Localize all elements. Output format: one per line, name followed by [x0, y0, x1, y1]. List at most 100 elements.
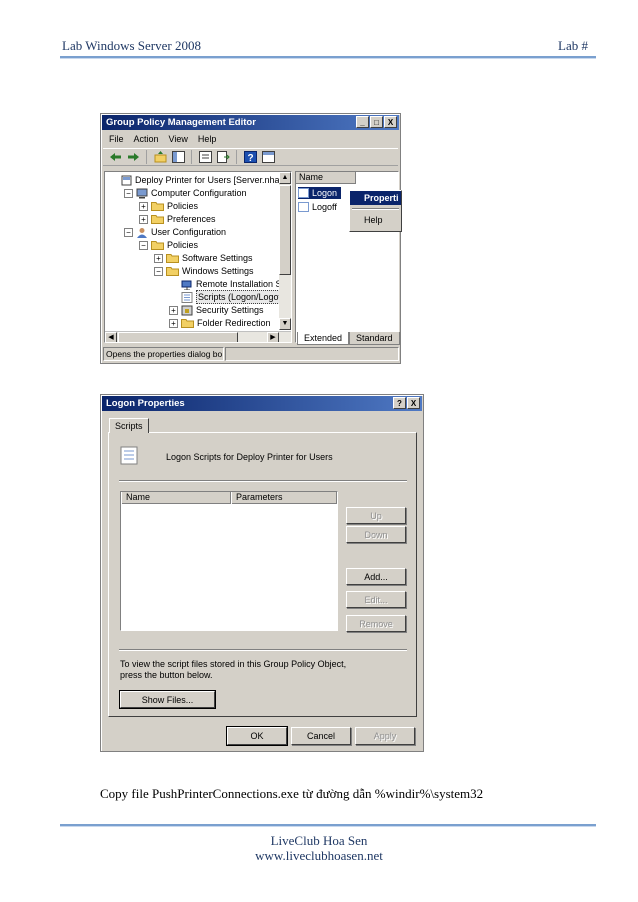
folder-icon: [151, 214, 164, 224]
close-button[interactable]: X: [407, 397, 420, 409]
remote-install-icon: [181, 279, 193, 290]
tree-pane[interactable]: Deploy Printer for Users [Server.nhatng −…: [104, 171, 292, 343]
expand-icon[interactable]: +: [169, 318, 178, 328]
tree-node[interactable]: Deploy Printer for Users [Server.nhatng: [109, 174, 292, 186]
tree-node-label: Remote Installation Serv: [196, 279, 292, 289]
folder-icon: [151, 240, 164, 250]
toolbar-separator: [191, 150, 192, 164]
tree-node[interactable]: − Windows Settings: [154, 265, 254, 277]
help-button[interactable]: ?: [393, 397, 406, 409]
logon-properties-dialog: Logon Properties ? X Scripts Logon Scrip…: [100, 394, 424, 752]
scroll-right-button[interactable]: ▶: [267, 332, 279, 342]
view-tabs: Extended Standard: [297, 332, 400, 345]
tree-node-label: Preferences: [167, 214, 216, 224]
tree-node-label: Security Settings: [196, 305, 264, 315]
list-item-label: Logoff: [312, 202, 337, 212]
back-arrow-icon[interactable]: [108, 150, 122, 164]
tree-node-label: Scripts (Logon/Logoff): [196, 290, 289, 304]
gpme-titlebar[interactable]: Group Policy Management Editor _ □ X: [102, 115, 399, 130]
menu-action[interactable]: Action: [134, 134, 159, 144]
column-parameters[interactable]: Parameters: [231, 492, 337, 504]
forward-arrow-icon[interactable]: [126, 150, 140, 164]
close-button[interactable]: X: [384, 116, 397, 128]
properties-icon[interactable]: [198, 150, 212, 164]
collapse-icon[interactable]: −: [154, 266, 163, 276]
expand-icon[interactable]: +: [139, 214, 148, 224]
apply-button[interactable]: Apply: [355, 727, 415, 745]
context-menu-properties[interactable]: Properti: [350, 191, 401, 205]
document-header-title: Lab Windows Server 2008: [62, 38, 201, 53]
tree-node[interactable]: + Security Settings: [169, 304, 264, 316]
tree-node[interactable]: + Preferences: [139, 213, 216, 225]
folder-icon: [181, 318, 194, 328]
remove-button[interactable]: Remove: [346, 615, 406, 632]
tree-node-label: Windows Settings: [182, 266, 254, 276]
tab-page: Logon Scripts for Deploy Printer for Use…: [108, 432, 417, 717]
user-icon: [136, 227, 148, 238]
scroll-up-button[interactable]: ▲: [279, 172, 291, 184]
script-file-icon: [298, 188, 309, 198]
edit-button[interactable]: Edit...: [346, 591, 406, 608]
tree-vertical-scrollbar[interactable]: ▲ ▼: [279, 172, 291, 330]
help-icon[interactable]: ?: [243, 150, 257, 164]
tree-node[interactable]: + Folder Redirection: [169, 317, 271, 329]
tree-node-label: Deploy Printer for Users [Server.nhatng: [135, 175, 292, 185]
list-item-logoff[interactable]: Logoff: [298, 201, 337, 213]
footer-website[interactable]: www.liveclubhoasen.net: [0, 848, 638, 864]
tree-node[interactable]: Scripts (Logon/Logoff): [169, 290, 289, 304]
tree-node-label: User Configuration: [151, 227, 227, 237]
tree-node-label: Software Settings: [182, 253, 253, 263]
toolbar-separator: [146, 150, 147, 164]
tree-node[interactable]: − User Configuration: [124, 226, 226, 238]
column-name[interactable]: Name: [121, 492, 231, 504]
collapse-icon[interactable]: −: [139, 240, 148, 250]
console-icon[interactable]: [261, 150, 275, 164]
minimize-button[interactable]: _: [356, 116, 369, 128]
menu-file[interactable]: File: [109, 134, 124, 144]
expand-icon[interactable]: +: [139, 201, 148, 211]
cancel-button[interactable]: Cancel: [291, 727, 351, 745]
context-menu-help[interactable]: Help: [350, 213, 401, 227]
tab-extended[interactable]: Extended: [297, 332, 350, 345]
tree-node-label: Computer Configuration: [151, 188, 247, 198]
gpme-menubar: File Action View Help: [103, 132, 398, 146]
tree-node[interactable]: + Policies: [139, 200, 198, 212]
menu-help[interactable]: Help: [198, 134, 217, 144]
show-files-button[interactable]: Show Files...: [119, 690, 216, 709]
tree-horizontal-scrollbar[interactable]: ◀ ▶: [105, 331, 291, 342]
show-tree-icon[interactable]: [171, 150, 185, 164]
up-folder-icon[interactable]: [153, 150, 167, 164]
security-icon: [181, 305, 193, 316]
ok-button[interactable]: OK: [226, 726, 288, 746]
details-column-header[interactable]: Name: [296, 172, 356, 184]
tree-node[interactable]: + Software Settings: [154, 252, 253, 264]
tree-node[interactable]: − Policies: [139, 239, 198, 251]
tree-node[interactable]: − Computer Configuration: [124, 187, 247, 199]
export-icon[interactable]: [216, 150, 230, 164]
hscroll-thumb[interactable]: [118, 332, 238, 342]
document-caption: Copy file PushPrinterConnections.exe từ …: [100, 786, 484, 801]
collapse-icon[interactable]: −: [124, 227, 133, 237]
show-files-info: To view the script files stored in this …: [120, 659, 347, 680]
scripts-list[interactable]: Name Parameters: [120, 491, 338, 631]
collapse-icon[interactable]: −: [124, 188, 133, 198]
tree-node-label: Policies: [167, 240, 199, 250]
scroll-left-button[interactable]: ◀: [105, 332, 117, 342]
expand-icon[interactable]: +: [169, 305, 178, 315]
maximize-button[interactable]: □: [370, 116, 383, 128]
expand-icon[interactable]: +: [154, 253, 163, 263]
gpo-icon: [121, 175, 132, 186]
down-button[interactable]: Down: [346, 526, 406, 543]
menu-view[interactable]: View: [169, 134, 188, 144]
scroll-down-button[interactable]: ▼: [279, 318, 291, 330]
tab-standard[interactable]: Standard: [349, 332, 400, 345]
tree-node[interactable]: Remote Installation Serv: [169, 278, 292, 290]
tab-scripts[interactable]: Scripts: [109, 418, 149, 433]
gpme-window: Group Policy Management Editor _ □ X Fil…: [100, 113, 402, 364]
list-item-logon[interactable]: Logon: [298, 187, 342, 199]
scroll-thumb[interactable]: [279, 185, 291, 275]
folder-icon: [166, 253, 179, 263]
up-button[interactable]: Up: [346, 507, 406, 524]
add-button[interactable]: Add...: [346, 568, 406, 585]
dialog-titlebar[interactable]: Logon Properties ? X: [102, 396, 422, 411]
